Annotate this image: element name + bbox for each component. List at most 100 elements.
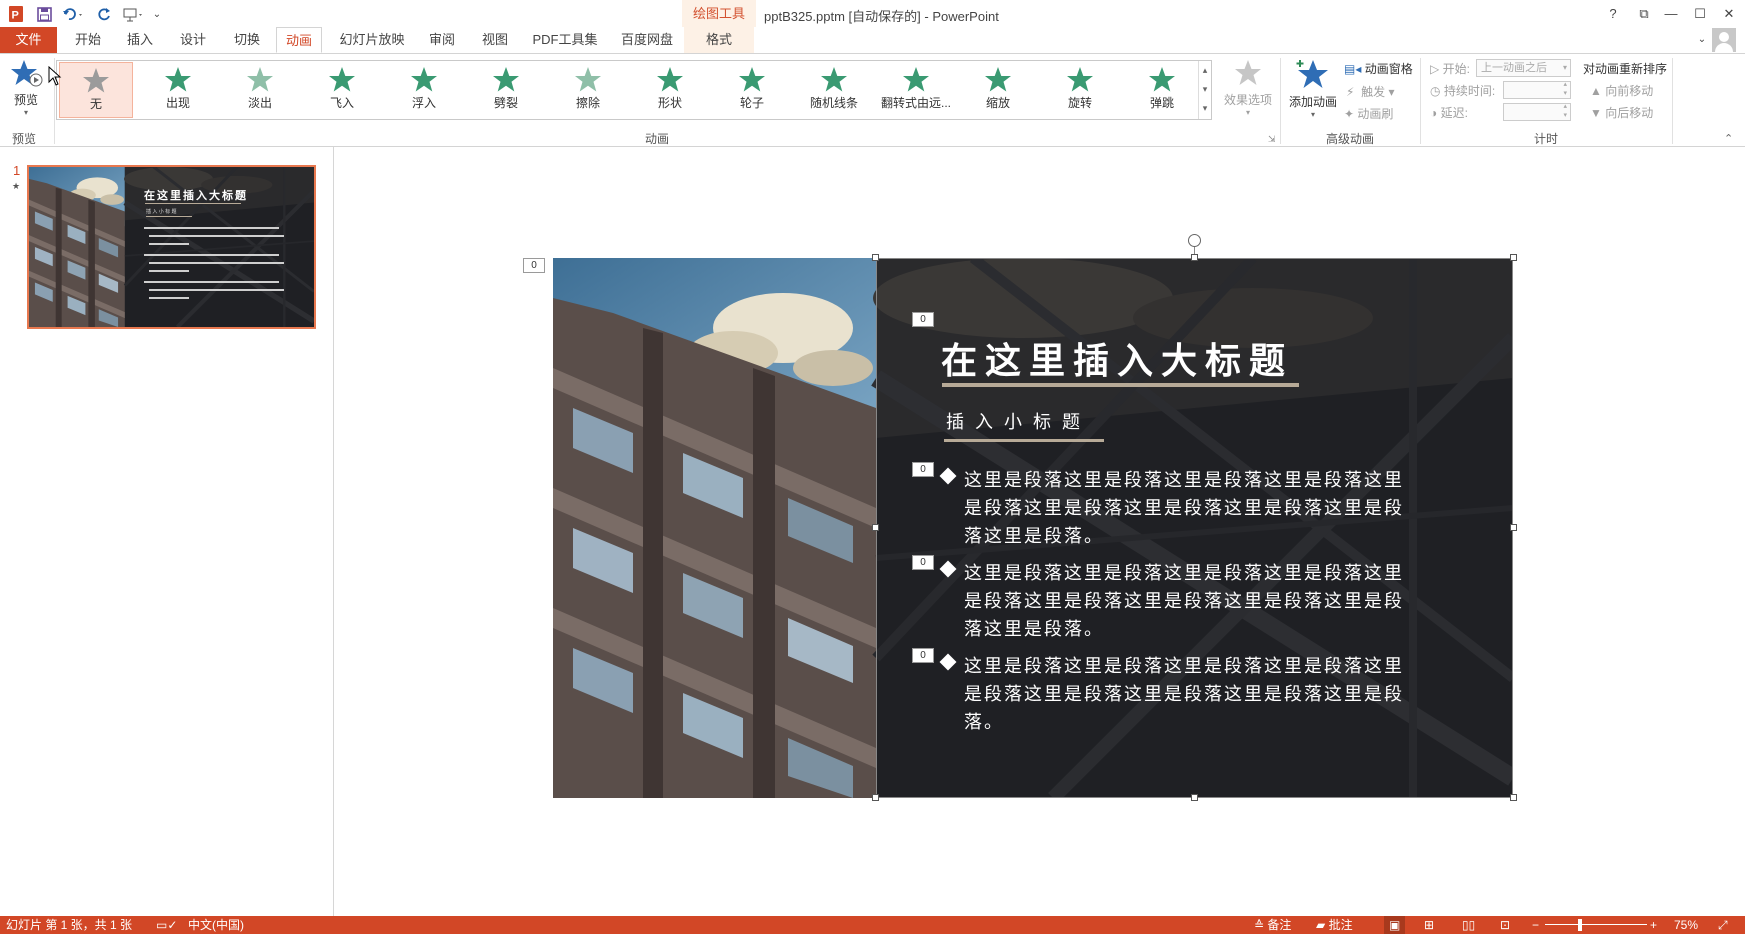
resize-handle[interactable]	[872, 794, 879, 801]
spellcheck-icon[interactable]: ▭✓	[156, 916, 177, 934]
paragraph-3[interactable]: 这里是段落这里是段落这里是段落这里是段落这里是段落这里是段落这里是段落这里是段落…	[939, 652, 1412, 736]
comments-button[interactable]: ▰ 批注	[1316, 916, 1353, 934]
animation-order-tag[interactable]: 0	[912, 555, 934, 570]
animation-order-tag[interactable]: 0	[912, 312, 934, 327]
animation-order-tag[interactable]: 0	[912, 648, 934, 663]
gallery-scroll-up-icon[interactable]: ▴	[1198, 61, 1211, 80]
thumbnail-subtitle: 插 入 小 标 题	[146, 209, 177, 215]
minimize-button[interactable]: —	[1657, 3, 1685, 25]
add-animation-star-icon	[1296, 60, 1328, 88]
help-button[interactable]: ?	[1599, 3, 1627, 25]
slide-thumbnail[interactable]: 在这里插入大标题 插 入 小 标 题	[27, 165, 316, 329]
animation-star-icon	[821, 67, 847, 92]
tab-baidu-netdisk[interactable]: 百度网盘	[614, 27, 680, 53]
zoom-in-button[interactable]: +	[1650, 916, 1657, 934]
tab-view[interactable]: 视图	[473, 27, 517, 53]
language-status[interactable]: 中文(中国)	[188, 916, 244, 934]
ribbon-display-options-button[interactable]: ⧉	[1630, 3, 1658, 25]
animation-option[interactable]: 随机线条	[797, 62, 871, 118]
animation-option[interactable]: 缩放	[961, 62, 1035, 118]
effect-options-button[interactable]: 效果选项 ▾	[1220, 58, 1276, 117]
tab-home[interactable]: 开始	[66, 27, 110, 53]
slide-sorter-icon[interactable]: ⊞	[1424, 916, 1434, 934]
animation-option[interactable]: 翻转式由远...	[879, 62, 953, 118]
reading-view-icon[interactable]: ▯▯	[1462, 916, 1475, 934]
trigger-icon: ⚡	[1346, 85, 1355, 99]
slideshow-view-icon[interactable]: ⊡	[1500, 916, 1510, 934]
comments-icon: ▰	[1316, 918, 1326, 932]
resize-handle[interactable]	[872, 254, 879, 261]
slide-1[interactable]: 在这里插入大标题 插入小标题 这里是段落这里是段落这里是段落这里是段落这里是段落…	[553, 258, 1513, 798]
animation-order-tag[interactable]: 0	[523, 258, 545, 273]
duration-label: ◷ 持续时间:	[1430, 84, 1496, 98]
zoom-out-button[interactable]: −	[1532, 916, 1539, 934]
tab-slideshow[interactable]: 幻灯片放映	[336, 27, 408, 53]
slide-subtitle[interactable]: 插入小标题	[946, 408, 1091, 434]
tab-design[interactable]: 设计	[171, 27, 215, 53]
save-icon[interactable]	[34, 4, 54, 24]
animation-option[interactable]: 擦除	[551, 62, 625, 118]
resize-handle[interactable]	[1191, 794, 1198, 801]
animation-option[interactable]: 出现	[141, 62, 215, 118]
tab-format[interactable]: 格式	[684, 27, 754, 53]
delay-field[interactable]: ▴ ▾	[1503, 103, 1571, 121]
notes-button[interactable]: ≙ 备注	[1254, 916, 1291, 934]
gallery-more-icon[interactable]: ▾	[1198, 99, 1211, 119]
animation-option[interactable]: 淡出	[223, 62, 297, 118]
paragraph-1[interactable]: 这里是段落这里是段落这里是段落这里是段落这里是段落这里是段落这里是段落这里是段落…	[939, 466, 1412, 550]
tab-pdf-tools[interactable]: PDF工具集	[528, 27, 602, 53]
animation-option[interactable]: 劈裂	[469, 62, 543, 118]
animation-option[interactable]: 形状	[633, 62, 707, 118]
tab-transitions[interactable]: 切换	[225, 27, 269, 53]
zoom-level[interactable]: 75%	[1674, 916, 1698, 934]
ribbon-collapse-dropdown-icon[interactable]: ⌄	[1694, 27, 1710, 53]
animation-option[interactable]: 弹跳	[1125, 62, 1199, 118]
tab-insert[interactable]: 插入	[118, 27, 162, 53]
gallery-scroll-down-icon[interactable]: ▾	[1198, 80, 1211, 99]
animation-pane-button[interactable]: ▤◂ 动画窗格	[1344, 60, 1413, 77]
move-earlier-button[interactable]: ▲ 向前移动	[1590, 82, 1653, 99]
undo-icon[interactable]	[60, 4, 88, 24]
animation-option[interactable]: 轮子	[715, 62, 789, 118]
start-from-beginning-icon[interactable]	[120, 4, 148, 24]
trigger-button[interactable]: ⚡ 触发 ▾	[1346, 83, 1394, 100]
fit-slide-icon[interactable]: ⤢	[1718, 916, 1728, 934]
slide-count-status: 幻灯片 第 1 张，共 1 张	[6, 918, 133, 932]
animation-dialog-launcher-icon[interactable]: ⇲	[1268, 134, 1276, 145]
preview-button[interactable]: 预览 ▾	[6, 58, 46, 122]
add-animation-button[interactable]: 添加动画 ▾	[1286, 58, 1340, 119]
close-button[interactable]: ✕	[1715, 3, 1743, 25]
slide-title[interactable]: 在这里插入大标题	[941, 332, 1293, 384]
resize-handle[interactable]	[1191, 254, 1198, 261]
trigger-label: 触发	[1361, 85, 1386, 99]
zoom-slider-thumb[interactable]	[1578, 919, 1582, 931]
resize-handle[interactable]	[1510, 524, 1517, 531]
animation-order-tag[interactable]: 0	[912, 462, 934, 477]
animation-option[interactable]: 飞入	[305, 62, 379, 118]
animation-star-icon	[985, 67, 1011, 92]
tab-animations[interactable]: 动画	[276, 27, 322, 53]
normal-view-icon[interactable]: ▣	[1384, 916, 1406, 934]
account-avatar[interactable]	[1712, 28, 1736, 52]
redo-icon[interactable]	[94, 4, 114, 24]
mouse-cursor-icon	[48, 66, 62, 86]
maximize-button[interactable]: ☐	[1686, 3, 1714, 25]
start-select[interactable]: 上一动画之后 ▾	[1476, 59, 1571, 77]
resize-handle[interactable]	[1510, 794, 1517, 801]
rotate-handle-icon[interactable]	[1188, 234, 1201, 247]
duration-field[interactable]: ▴ ▾	[1503, 81, 1571, 99]
animation-option[interactable]: 旋转	[1043, 62, 1117, 118]
zoom-slider[interactable]	[1545, 924, 1647, 925]
animation-star-icon	[411, 67, 437, 92]
tab-review[interactable]: 审阅	[420, 27, 464, 53]
animation-painter-button[interactable]: ✦ 动画刷	[1344, 105, 1393, 122]
animation-option[interactable]: 浮入	[387, 62, 461, 118]
resize-handle[interactable]	[1510, 254, 1517, 261]
resize-handle[interactable]	[872, 524, 879, 531]
paragraph-2[interactable]: 这里是段落这里是段落这里是段落这里是段落这里是段落这里是段落这里是段落这里是段落…	[939, 559, 1412, 643]
customize-quick-access-icon[interactable]: ⌄	[150, 4, 164, 24]
collapse-ribbon-icon[interactable]: ⌃	[1724, 132, 1733, 145]
tab-file[interactable]: 文件	[0, 27, 57, 53]
move-later-button[interactable]: ▼ 向后移动	[1590, 104, 1653, 121]
animation-option[interactable]: 无	[59, 62, 133, 118]
